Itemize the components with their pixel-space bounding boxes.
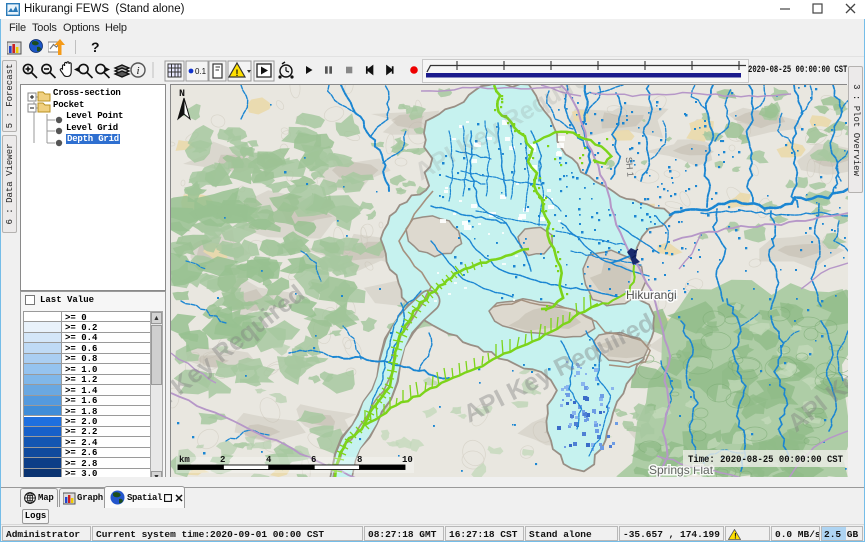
svg-text:Time: 2020-08-25 00:00:00 CST: Time: 2020-08-25 00:00:00 CST: [688, 454, 843, 466]
svg-text:0.1: 0.1: [195, 67, 207, 76]
svg-text:!: !: [733, 533, 738, 541]
svg-text:4: 4: [266, 455, 272, 465]
svg-text:8: 8: [357, 455, 362, 465]
svg-text:km: km: [179, 455, 190, 465]
svg-text:Hikurangi: Hikurangi: [626, 288, 677, 302]
svg-text:6: 6: [311, 455, 316, 465]
svg-text:SH 1: SH 1: [624, 157, 636, 178]
svg-text:!: !: [236, 68, 239, 78]
svg-text:i: i: [137, 65, 140, 77]
svg-text:2: 2: [220, 455, 225, 465]
svg-text:10: 10: [402, 455, 413, 465]
